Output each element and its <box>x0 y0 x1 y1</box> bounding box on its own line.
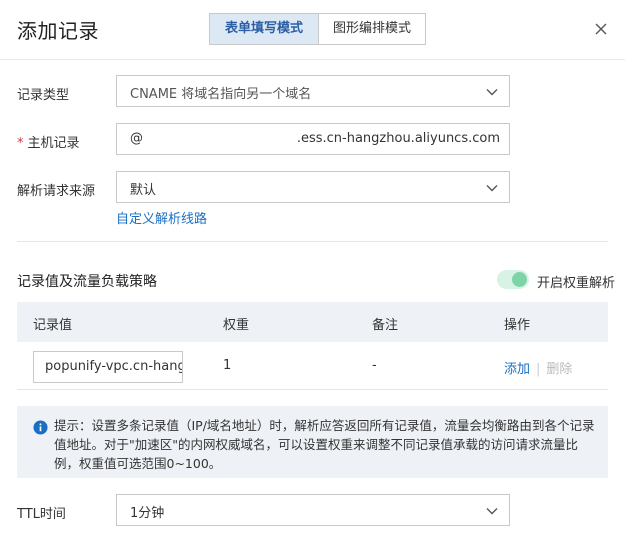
record-remark: - <box>372 358 377 373</box>
close-icon[interactable] <box>591 19 611 39</box>
info-icon <box>33 420 48 435</box>
host-record-label-text: 主机记录 <box>27 136 80 151</box>
host-record-input[interactable]: @ .ess.cn-hangzhou.aliyuncs.com <box>116 123 510 155</box>
weight-toggle[interactable] <box>497 270 529 289</box>
ttl-select[interactable]: 1分钟 <box>116 494 510 526</box>
records-table-header: 记录值 权重 备注 操作 <box>17 302 608 342</box>
domain-suffix: .ess.cn-hangzhou.aliyuncs.com <box>292 131 500 146</box>
weight-toggle-label: 开启权重解析 <box>537 276 616 291</box>
required-mark: * <box>17 136 24 151</box>
chevron-down-icon <box>486 89 498 96</box>
action-separator: | <box>536 362 541 377</box>
info-notice: 提示：设置多条记录值（IP/域名地址）时，解析应答返回所有记录值，流量会均衡路由… <box>17 406 608 478</box>
record-value-input[interactable]: popunify-vpc.cn-hangzhou <box>33 351 183 383</box>
ttl-label: TTL时间 <box>17 507 66 522</box>
record-weight: 1 <box>223 358 232 373</box>
records-section-title: 记录值及流量负载策略 <box>17 274 157 290</box>
mode-switch: 表单填写模式 图形编排模式 <box>209 13 427 45</box>
record-type-value: CNAME 将域名指向另一个域名 <box>130 87 312 102</box>
column-header-remark: 备注 <box>372 318 399 333</box>
notice-text: 提示：设置多条记录值（IP/域名地址）时，解析应答返回所有记录值，流量会均衡路由… <box>54 418 595 471</box>
host-record-value: @ <box>130 131 143 146</box>
ttl-value: 1分钟 <box>130 506 165 521</box>
chevron-down-icon <box>486 508 498 515</box>
column-header-value: 记录值 <box>33 318 73 333</box>
resolve-source-label: 解析请求来源 <box>17 184 96 199</box>
record-actions: 添加 | 删除 <box>504 358 572 377</box>
resolve-source-value: 默认 <box>130 183 157 198</box>
dialog-title: 添加记录 <box>17 19 99 43</box>
tab-graphic-mode[interactable]: 图形编排模式 <box>319 14 426 44</box>
toggle-knob <box>512 272 527 287</box>
record-type-select[interactable]: CNAME 将域名指向另一个域名 <box>116 75 510 107</box>
dialog-header: 添加记录 表单填写模式 图形编排模式 <box>0 0 625 60</box>
custom-route-link[interactable]: 自定义解析线路 <box>116 208 207 227</box>
host-record-label: * 主机记录 <box>17 132 80 151</box>
resolve-source-select[interactable]: 默认 <box>116 171 510 203</box>
add-record-button[interactable]: 添加 <box>504 362 530 377</box>
record-value-text: popunify-vpc.cn-hangzhou <box>45 359 182 374</box>
table-row: popunify-vpc.cn-hangzhou 1 - 添加 | 删除 <box>17 342 608 390</box>
divider <box>17 241 608 242</box>
column-header-weight: 权重 <box>223 318 250 333</box>
tab-form-mode[interactable]: 表单填写模式 <box>210 14 320 44</box>
record-type-label: 记录类型 <box>17 88 70 103</box>
chevron-down-icon <box>486 185 498 192</box>
delete-record-button[interactable]: 删除 <box>546 362 572 377</box>
column-header-actions: 操作 <box>504 318 531 333</box>
